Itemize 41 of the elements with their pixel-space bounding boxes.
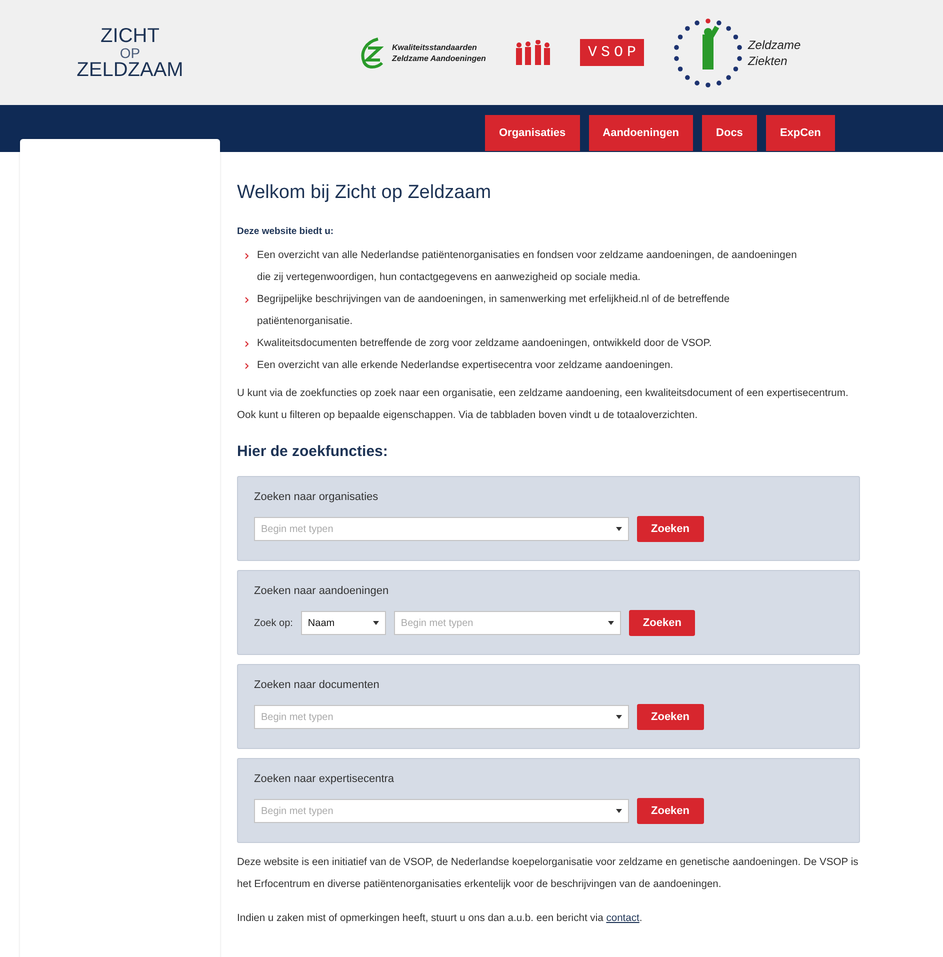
contact-link[interactable]: contact [606, 913, 640, 924]
nav-tab[interactable]: ExpCen [766, 115, 835, 151]
chevron-icon [245, 341, 249, 347]
section-heading: Hier de zoekfuncties: [237, 443, 389, 460]
logo-text: Ziekten [748, 52, 788, 68]
logo-text: Kwaliteitsstandaarden [392, 42, 478, 52]
site-logo[interactable]: ZICHT OP ZELDZAAM [30, 26, 230, 80]
bullet-text: Een overzicht van alle erkende Nederlandse expertisecentra voor zeldzame aandoeningen. [257, 359, 674, 373]
filter-select[interactable]: Naam [300, 611, 386, 635]
search-button[interactable]: Zoeken [628, 610, 696, 636]
search-button[interactable]: Zoeken [637, 516, 704, 542]
caret-icon [372, 621, 379, 625]
contact-sentence: Indien u zaken mist of opmerkingen heeft, stuurt u ons dan a.u.b. een bericht via contact. [237, 912, 644, 926]
nav-tab[interactable]: Organisaties [485, 115, 580, 151]
caret-icon [616, 715, 622, 719]
panel-title: Zoeken naar aandoeningen [254, 585, 390, 597]
intro-paragraph: U kunt via de zoekfuncties op zoek naar een organisatie, een zeldzame aandoening, een kwaliteitsdocument of een expertisecentrum. Ook kunt u filteren op bepaalde eigenschappen. Via de tabbladen boven vindt u de totaaloverzichten. [237, 387, 850, 423]
nav-tab[interactable]: Aandoeningen [588, 115, 694, 151]
caret-icon [608, 621, 614, 625]
panel-title: Zoeken naar organisaties [254, 491, 380, 503]
bullet-text: Een overzicht van alle Nederlandse patiëntenorganisaties en fondsen voor zeldzame aandoeningen, de aandoeningen die zij vertegenwoordigen, hun contactgegevens en aanwezigheid op sociale media. [257, 249, 798, 285]
panel-title: Zoeken naar documenten [254, 679, 380, 691]
nav-tab[interactable]: Docs [702, 115, 757, 151]
filter-label: Zoek op: [254, 618, 293, 628]
footer-paragraph: Deze website is een initiatief van de VSOP, de Nederlandse koepelorganisatie voor zeldzame en genetische aandoeningen. De VSOP is het Erfocentrum en diverse patiëntenorganisaties erkentelijk voor de beschrijvingen van de aandoeningen. [237, 856, 860, 892]
chevron-icon [245, 363, 249, 369]
page-title: Welkom bij Zicht op Zeldzaam [237, 182, 492, 204]
family-icon [514, 40, 552, 66]
bullet-text: Kwaliteitsdocumenten betreffende de zorg voor zeldzame aandoeningen, ontwikkeld door de VSOP. [257, 337, 712, 351]
chevron-icon [245, 253, 249, 259]
caret-icon [616, 527, 622, 531]
vsop-logo: VSOP [580, 39, 644, 66]
search-button[interactable]: Zoeken [637, 704, 704, 730]
logo-text: Zeldzame Aandoeningen [392, 52, 486, 64]
caret-icon [616, 809, 622, 813]
search-button[interactable]: Zoeken [637, 798, 704, 824]
intro-heading: Deze website biedt u: [237, 226, 335, 237]
chevron-icon [245, 297, 249, 303]
panel-title: Zoeken naar expertisecentra [254, 773, 396, 785]
bullet-text: Begrijpelijke beschrijvingen van de aandoeningen, in samenwerking met erfelijkheid.nl of de betreffende patiëntenorganisatie. [257, 293, 731, 329]
logo-text: Zeldzame [748, 36, 801, 52]
